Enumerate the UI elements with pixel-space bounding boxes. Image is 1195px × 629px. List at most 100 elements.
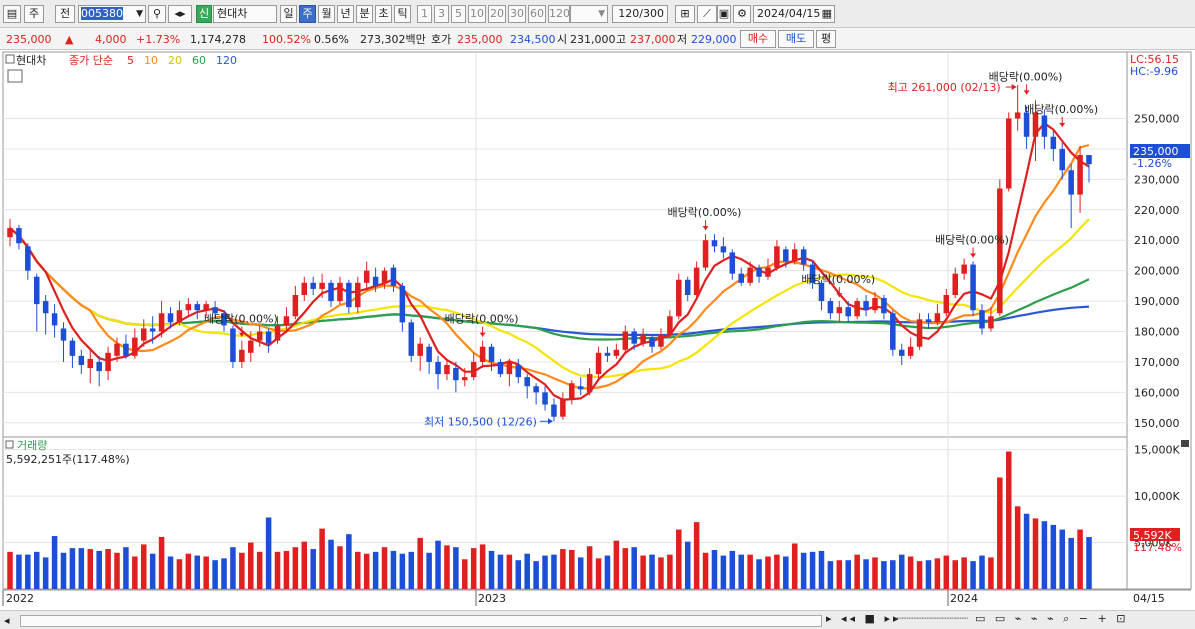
volume-bar bbox=[791, 543, 798, 589]
volume-bar bbox=[1050, 524, 1057, 589]
candle bbox=[613, 349, 620, 356]
price-change-pct: +1.73% bbox=[136, 33, 181, 46]
candle bbox=[25, 246, 31, 271]
volume-bar bbox=[1014, 506, 1021, 589]
playback-icons[interactable]: ▸ ◂◂ ■ ▸▸ bbox=[826, 612, 902, 625]
eval-button[interactable]: 평 bbox=[816, 30, 836, 48]
count-input[interactable]: 120/300 bbox=[612, 5, 668, 23]
period-tab[interactable]: 월 bbox=[318, 5, 335, 23]
price-tick-label: 250,000 bbox=[1134, 113, 1180, 126]
candle bbox=[1059, 148, 1066, 171]
candle bbox=[765, 267, 771, 277]
date-2024: 2024 bbox=[950, 592, 978, 605]
draw-icon[interactable]: ⟋ bbox=[697, 5, 717, 23]
volume-bar bbox=[470, 548, 477, 589]
legend-name[interactable]: 현대차 bbox=[16, 54, 46, 67]
zoom-slider[interactable]: ┈┈┈┈┈┈┈┈┈┈┈ bbox=[895, 612, 968, 625]
interval-button[interactable]: 30 bbox=[508, 5, 526, 23]
high-price: 237,000 bbox=[630, 33, 676, 46]
legend-close-label[interactable]: 종가 단순 bbox=[69, 54, 113, 67]
volume-bar bbox=[435, 540, 441, 589]
gear-icon[interactable]: ⚙ bbox=[733, 5, 751, 23]
candle bbox=[783, 249, 789, 262]
candle bbox=[863, 301, 869, 311]
period-tab[interactable]: 년 bbox=[337, 5, 354, 23]
price-change: 4,000 bbox=[95, 33, 127, 46]
close-icon[interactable] bbox=[1181, 440, 1189, 447]
price-tick-label: 170,000 bbox=[1134, 356, 1180, 369]
count-dropdown[interactable]: ▼ bbox=[570, 5, 608, 23]
ask-label: 호가 bbox=[431, 33, 452, 46]
period-tab[interactable]: 틱 bbox=[394, 5, 411, 23]
candle bbox=[872, 298, 878, 311]
price-tick-label: 160,000 bbox=[1134, 386, 1180, 399]
period-select[interactable]: 주 bbox=[24, 5, 44, 23]
interval-button[interactable]: 1 bbox=[417, 5, 432, 23]
candle bbox=[51, 313, 58, 326]
chart-type-icon[interactable]: ⊞ bbox=[675, 5, 695, 23]
period-tab[interactable]: 일 bbox=[280, 5, 297, 23]
period-tab[interactable]: 주 bbox=[299, 5, 316, 23]
search-icon[interactable]: ⚲ bbox=[148, 5, 166, 23]
volume-bar bbox=[551, 554, 557, 589]
interval-button[interactable]: 120 bbox=[548, 5, 570, 23]
interval-button[interactable]: 60 bbox=[528, 5, 546, 23]
code-input[interactable]: 005380 ▼ bbox=[78, 5, 146, 23]
volume-bar bbox=[78, 548, 85, 589]
volume-bar bbox=[363, 553, 370, 589]
buy-button[interactable]: 매수 bbox=[740, 30, 776, 48]
candle bbox=[239, 349, 245, 362]
candle bbox=[506, 361, 513, 375]
horizontal-scrollbar[interactable]: ◂ ▸ ◂◂ ■ ▸▸ ┈┈┈┈┈┈┈┈┈┈┈ ▭ ▭ ⌁ ⌁ ⌁ ⌕ − + … bbox=[0, 610, 1195, 629]
table-icon[interactable] bbox=[7, 69, 23, 83]
candle bbox=[854, 301, 860, 317]
candle bbox=[836, 307, 843, 314]
price-tick-label: 230,000 bbox=[1134, 173, 1180, 186]
candle bbox=[301, 282, 308, 295]
speaker-icon[interactable]: ◂▸ bbox=[168, 5, 192, 23]
volume-label[interactable]: 거래량 bbox=[17, 439, 47, 452]
sell-button[interactable]: 매도 bbox=[778, 30, 814, 48]
volume-bar bbox=[105, 549, 111, 589]
interval-button[interactable]: 20 bbox=[488, 5, 506, 23]
candle bbox=[979, 310, 985, 329]
candle bbox=[149, 328, 156, 332]
volume-ratio: 100.52% bbox=[262, 33, 311, 46]
volume-bar bbox=[676, 529, 682, 589]
candle bbox=[203, 304, 209, 311]
save-icon[interactable]: ▣ bbox=[717, 5, 731, 23]
candle bbox=[265, 331, 272, 344]
scroll-thumb[interactable] bbox=[20, 615, 822, 627]
period-tab[interactable]: 초 bbox=[375, 5, 392, 23]
low-label: 최저 150,500 (12/26) bbox=[424, 415, 537, 428]
stock-name[interactable]: 현대차 bbox=[213, 5, 277, 23]
open-price: 231,000 bbox=[570, 33, 616, 46]
candle bbox=[381, 270, 388, 283]
prev-button[interactable]: 전 bbox=[55, 5, 75, 23]
volume-bar bbox=[747, 554, 753, 589]
date-field[interactable]: 2024/04/15 ▦ bbox=[753, 5, 835, 23]
tool-icons[interactable]: ▭ ▭ ⌁ ⌁ ⌁ ⌕ − + ⊡ bbox=[975, 612, 1128, 626]
legend-box-icon bbox=[5, 440, 14, 449]
volume-bar bbox=[221, 558, 227, 589]
volume-bar bbox=[453, 547, 459, 589]
candle bbox=[711, 240, 718, 247]
candle bbox=[426, 346, 432, 362]
interval-button[interactable]: 3 bbox=[434, 5, 449, 23]
volume-bar bbox=[845, 560, 851, 589]
candle bbox=[702, 240, 709, 268]
candle bbox=[479, 346, 486, 362]
interval-button[interactable]: 5 bbox=[451, 5, 466, 23]
price-tick-label: 210,000 bbox=[1134, 234, 1180, 247]
menu-icon[interactable]: ▤ bbox=[3, 5, 21, 23]
legend-ma-label: 20 bbox=[168, 54, 182, 67]
volume-bar bbox=[140, 544, 147, 589]
candle bbox=[693, 267, 700, 295]
interval-button[interactable]: 10 bbox=[468, 5, 486, 23]
date-2022: 2022 bbox=[6, 592, 34, 605]
dividend-label: 배당락(0.00%) bbox=[1024, 103, 1098, 116]
candle bbox=[283, 316, 290, 326]
volume-bar bbox=[301, 541, 308, 589]
scroll-left-icon[interactable]: ◂ bbox=[4, 614, 14, 627]
period-tab[interactable]: 분 bbox=[356, 5, 373, 23]
